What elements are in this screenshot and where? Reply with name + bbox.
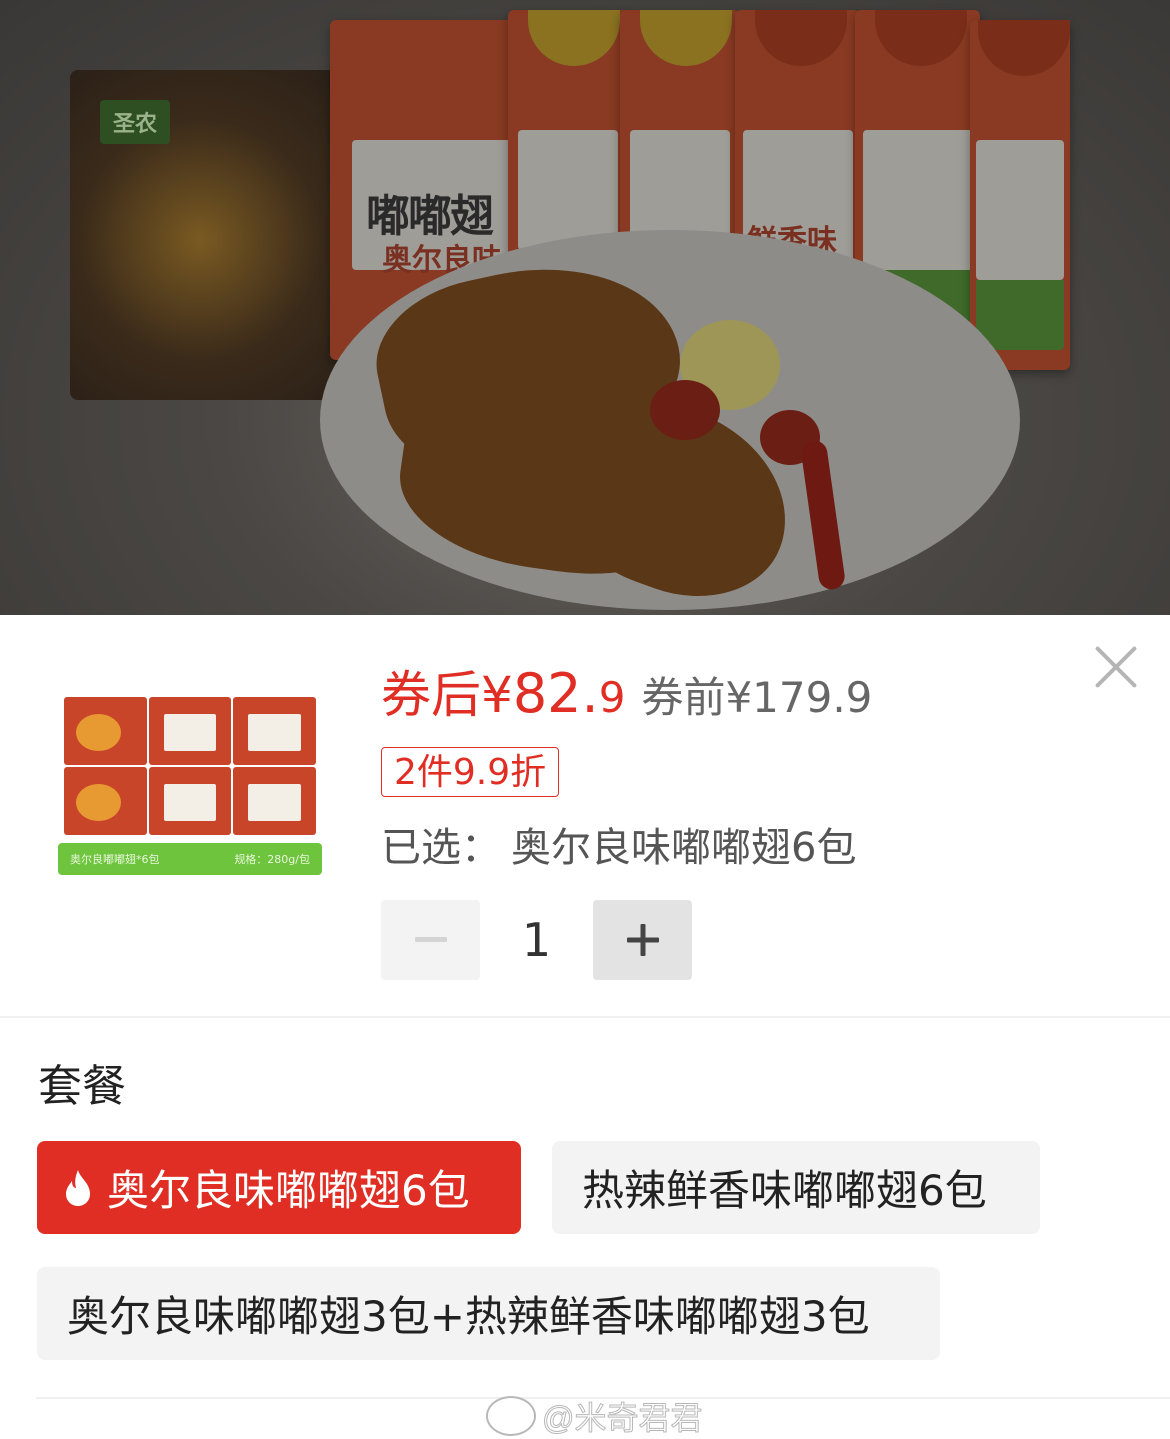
price-before-coupon: 券前¥179.9 (641, 673, 873, 722)
flame-icon (66, 1169, 90, 1206)
brand-logo: 圣农 (100, 100, 170, 144)
package-option-label: 奥尔良味嘟嘟翅6包 (107, 1166, 470, 1215)
watermark-text: @米奇君君 (542, 1400, 703, 1437)
thumbnail-caption: 奥尔良嘟嘟翅*6包 (70, 853, 160, 866)
tomato (650, 380, 720, 440)
minus-icon (414, 937, 447, 942)
selected-summary: 已选： 奥尔良味嘟嘟翅6包 (381, 815, 856, 873)
selected-label: 已选： (381, 825, 501, 871)
package-option-mixed-3-3[interactable]: 奥尔良味嘟嘟翅3包+热辣鲜香味嘟嘟翅3包 (37, 1267, 940, 1360)
package-option-orleans-6[interactable]: 奥尔良味嘟嘟翅6包 (37, 1141, 521, 1234)
package-option-label: 热辣鲜香味嘟嘟翅6包 (582, 1166, 987, 1215)
close-icon[interactable] (1092, 643, 1140, 691)
quantity-stepper: 1 (381, 900, 692, 980)
package-6 (970, 20, 1070, 370)
thumbnail-spec: 规格：280g/包 (234, 853, 310, 866)
product-image-backdrop[interactable]: 圣农 嘟嘟翅 奥尔良味 鲜香味 (0, 0, 1170, 615)
quantity-value[interactable]: 1 (480, 913, 593, 967)
price-row: 券后¥82.9 券前¥179.9 (381, 655, 872, 725)
plus-icon (626, 924, 659, 956)
watermark: @米奇君君 (486, 1393, 703, 1439)
package-option-spicy-6[interactable]: 热辣鲜香味嘟嘟翅6包 (552, 1141, 1040, 1234)
sku-selector-sheet: 奥尔良嘟嘟翅*6包 规格：280g/包 券后¥82.9 券前¥179.9 2件9… (0, 615, 1170, 1438)
promo-badge: 2件9.9折 (381, 747, 560, 797)
package-option-label: 奥尔良味嘟嘟翅3包+热辣鲜香味嘟嘟翅3包 (67, 1292, 870, 1341)
price-after-coupon: 券后¥82.9 (381, 662, 626, 725)
divider (0, 1016, 1170, 1018)
weibo-icon (486, 1396, 536, 1436)
decrease-quantity-button[interactable] (381, 900, 480, 980)
selected-value: 奥尔良味嘟嘟翅6包 (511, 825, 857, 871)
increase-quantity-button[interactable] (593, 900, 692, 980)
product-thumbnail: 奥尔良嘟嘟翅*6包 规格：280g/包 (54, 693, 326, 913)
package-section-title: 套餐 (38, 1061, 126, 1112)
